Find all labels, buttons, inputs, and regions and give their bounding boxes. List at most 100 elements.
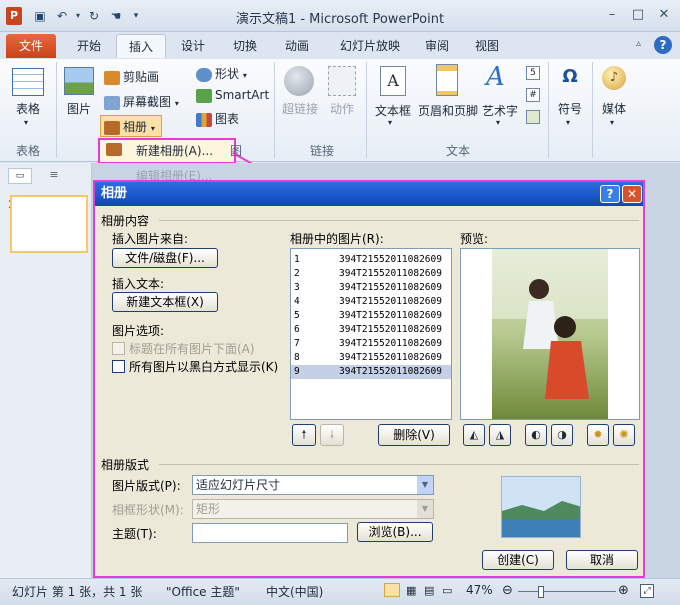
action-button[interactable]: 动作 <box>324 100 360 117</box>
normal-view-icon[interactable] <box>384 583 400 597</box>
wordart-button[interactable]: 艺术字 <box>480 102 520 119</box>
picture-list-item[interactable]: 2 394T21552011082609 <box>291 267 451 281</box>
zoom-slider-track[interactable] <box>518 591 616 592</box>
redo-icon[interactable]: ↻ <box>86 8 102 24</box>
maximize-icon[interactable]: □ <box>626 6 650 26</box>
object-icon[interactable] <box>526 110 540 124</box>
wordart-dropdown-icon[interactable]: ▾ <box>496 118 500 127</box>
table-dropdown-icon[interactable]: ▾ <box>24 118 28 127</box>
dialog-close-icon[interactable]: ✕ <box>622 185 642 203</box>
dialog-help-icon[interactable]: ? <box>600 185 620 203</box>
slideshow-view-icon[interactable]: ▭ <box>442 584 452 597</box>
help-icon[interactable]: ? <box>654 36 672 54</box>
tab-view[interactable]: 视图 <box>466 34 508 58</box>
chart-button[interactable]: 图表 <box>196 110 239 127</box>
brightness-up-icon[interactable]: ✹ <box>587 424 609 446</box>
language-status[interactable]: 中文(中国) <box>266 583 323 600</box>
zoom-level[interactable]: 47% <box>466 583 493 597</box>
touch-mode-icon[interactable]: ☚ <box>108 8 124 24</box>
zoom-slider-thumb[interactable] <box>538 586 545 598</box>
file-disk-button[interactable]: 文件/磁盘(F)... <box>112 248 218 268</box>
symbol-button[interactable]: 符号 <box>552 100 588 117</box>
collapse-ribbon-icon[interactable]: ▵ <box>636 38 641 49</box>
theme-status[interactable]: "Office 主题" <box>166 583 240 600</box>
hyperlink-button[interactable]: 超链接 <box>278 100 322 117</box>
screenshot-button[interactable]: 屏幕截图 ▾ <box>104 93 179 110</box>
theme-input[interactable] <box>192 523 348 543</box>
delete-button[interactable]: 删除(V) <box>378 424 450 446</box>
symbol-dropdown-icon[interactable]: ▾ <box>566 118 570 127</box>
tab-transitions[interactable]: 切换 <box>222 34 268 58</box>
undo-dropdown-icon[interactable]: ▾ <box>70 8 86 24</box>
hyperlink-icon[interactable] <box>284 66 314 96</box>
frame-shape-select[interactable]: 矩形 ▼ <box>192 499 434 519</box>
picture-list-item[interactable]: 8 394T21552011082609 <box>291 351 451 365</box>
clipart-button[interactable]: 剪贴画 <box>104 68 159 85</box>
tab-animations[interactable]: 动画 <box>274 34 320 58</box>
browse-button[interactable]: 浏览(B)... <box>357 522 433 542</box>
media-dropdown-icon[interactable]: ▾ <box>610 118 614 127</box>
picture-list-item[interactable]: 7 394T21552011082609 <box>291 337 451 351</box>
save-icon[interactable]: ▣ <box>32 8 48 24</box>
fit-to-window-icon[interactable]: ⤢ <box>640 584 654 598</box>
action-icon[interactable] <box>328 66 356 96</box>
picture-list-item[interactable]: 1 394T21552011082609 <box>291 253 451 267</box>
caption-below-checkbox[interactable] <box>112 342 125 355</box>
slides-tab-icon[interactable]: ▭ <box>8 168 32 184</box>
tab-home[interactable]: 开始 <box>66 34 112 58</box>
zoom-in-icon[interactable]: ⊕ <box>618 583 629 598</box>
tab-file[interactable]: 文件 <box>6 34 56 58</box>
picture-icon[interactable] <box>64 67 94 95</box>
picture-list-item[interactable]: 6 394T21552011082609 <box>291 323 451 337</box>
rotate-right-icon[interactable]: ◮ <box>489 424 511 446</box>
slide-number-icon[interactable]: # <box>526 88 540 102</box>
date-time-icon[interactable]: 5 <box>526 66 540 80</box>
photo-album-label-wrap[interactable]: 相册 ▾ <box>104 118 155 135</box>
slide-count-status[interactable]: 幻灯片 第 1 张，共 1 张 <box>12 583 142 600</box>
textbox-button[interactable]: 文本框 <box>372 102 414 119</box>
shapes-button[interactable]: 形状 ▾ <box>196 65 247 82</box>
picture-list-item[interactable]: 5 394T21552011082609 <box>291 309 451 323</box>
new-textbox-button[interactable]: 新建文本框(X) <box>112 292 218 312</box>
reading-view-icon[interactable]: ▤ <box>424 584 434 597</box>
picture-button[interactable]: 图片 <box>60 100 98 117</box>
create-button[interactable]: 创建(C) <box>482 550 554 570</box>
tab-slideshow[interactable]: 幻灯片放映 <box>330 34 410 58</box>
cancel-button[interactable]: 取消 <box>566 550 638 570</box>
picture-layout-select[interactable]: 适应幻灯片尺寸 ▼ <box>192 475 434 495</box>
picture-list-item[interactable]: 9 394T21552011082609 <box>291 365 451 379</box>
slide-thumbnail[interactable] <box>10 195 88 253</box>
close-window-icon[interactable]: ✕ <box>652 6 676 26</box>
table-button[interactable]: 表格 <box>6 100 50 117</box>
header-footer-icon[interactable] <box>436 64 458 96</box>
pictures-listbox[interactable]: 1 394T21552011082609 2 394T21552011082609 3 3… <box>290 248 452 420</box>
move-up-icon[interactable]: 🠕 <box>292 424 316 446</box>
header-footer-button[interactable]: 页眉和页脚 <box>416 102 480 119</box>
tab-review[interactable]: 审阅 <box>416 34 458 58</box>
picture-list-item[interactable]: 4 394T21552011082609 <box>291 295 451 309</box>
picture-list-item[interactable]: 3 394T21552011082609 <box>291 281 451 295</box>
powerpoint-logo-icon[interactable]: P <box>6 7 22 25</box>
symbol-icon[interactable]: Ω <box>558 66 582 90</box>
tab-insert[interactable]: 插入 <box>116 34 166 58</box>
zoom-out-icon[interactable]: ⊖ <box>502 583 513 598</box>
tab-design[interactable]: 设计 <box>170 34 216 58</box>
contrast-up-icon[interactable]: ◐ <box>525 424 547 446</box>
minimize-icon[interactable]: – <box>600 6 624 26</box>
table-icon[interactable] <box>12 68 44 96</box>
contrast-down-icon[interactable]: ◑ <box>551 424 573 446</box>
menu-item-new-album[interactable]: 新建相册(A)... <box>136 142 213 159</box>
rotate-left-icon[interactable]: ◭ <box>463 424 485 446</box>
outline-tab-icon[interactable]: ≡ <box>42 168 66 184</box>
black-white-checkbox[interactable] <box>112 360 125 373</box>
brightness-down-icon[interactable]: ✺ <box>613 424 635 446</box>
textbox-icon[interactable]: A <box>380 66 406 96</box>
media-button[interactable]: 媒体 <box>596 100 632 117</box>
move-down-icon[interactable]: 🠗 <box>320 424 344 446</box>
textbox-dropdown-icon[interactable]: ▾ <box>388 118 392 127</box>
undo-icon[interactable]: ↶ <box>54 8 70 24</box>
media-icon[interactable]: ♪ <box>602 66 626 90</box>
slide-sorter-icon[interactable]: ▦ <box>406 584 416 597</box>
smartart-button[interactable]: SmartArt <box>196 88 269 103</box>
wordart-icon[interactable]: A <box>486 62 505 92</box>
